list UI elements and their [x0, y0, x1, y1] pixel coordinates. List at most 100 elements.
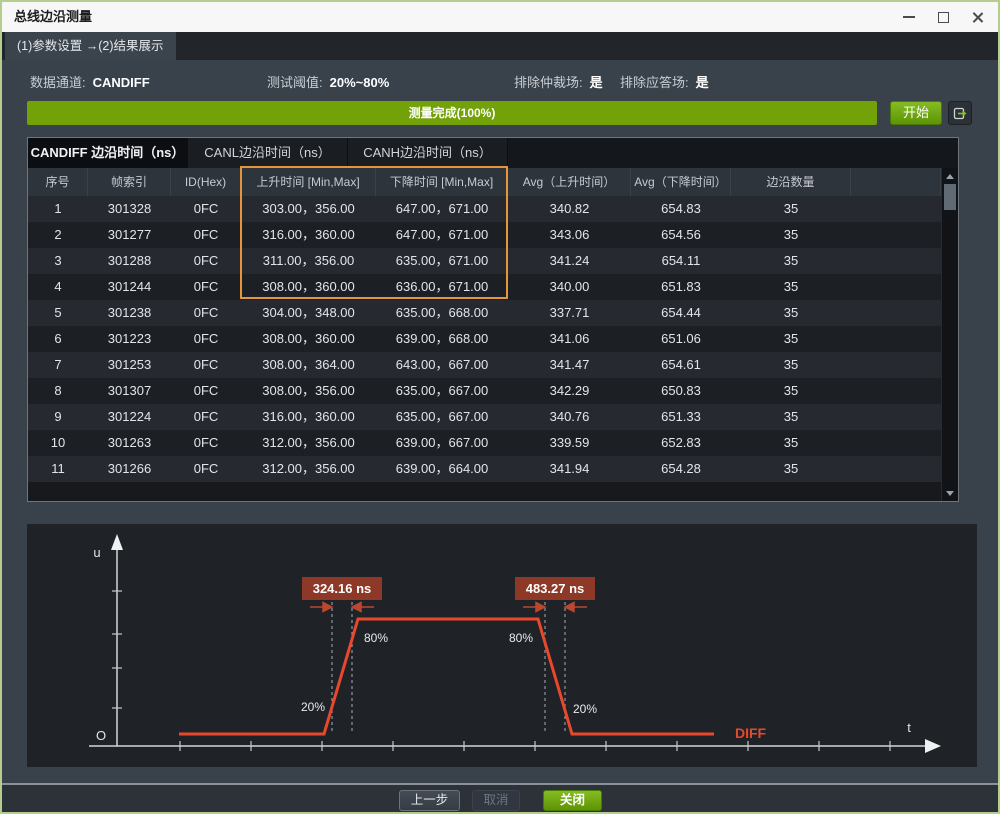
table-row[interactable]: 43012440FC308.00，360.00636.00，671.00340.…: [28, 274, 941, 300]
vertical-scrollbar[interactable]: [941, 168, 958, 501]
cell: 639.00，668.00: [376, 326, 508, 352]
header-cell[interactable]: 边沿数量: [731, 168, 851, 196]
cell: 301328: [88, 196, 171, 222]
waveform-svg: u O t 324.16 ns 483.27 ns: [27, 524, 977, 767]
header-cell[interactable]: Avg（下降时间）: [631, 168, 731, 196]
cell: 0FC: [171, 404, 241, 430]
cell: 308.00，360.00: [241, 274, 376, 300]
cell: 35: [731, 430, 851, 456]
export-button[interactable]: [948, 101, 972, 125]
start-button[interactable]: 开始: [890, 101, 942, 125]
cell: [851, 196, 941, 222]
cell: 0FC: [171, 352, 241, 378]
cell: 341.06: [508, 326, 631, 352]
cell: 651.83: [631, 274, 731, 300]
minimize-button[interactable]: [898, 6, 920, 28]
cell: [851, 222, 941, 248]
cell: 654.83: [631, 196, 731, 222]
cell: 301244: [88, 274, 171, 300]
rise-low-pct-label: 20%: [301, 700, 325, 714]
maximize-icon: [938, 12, 949, 23]
signal-name-label: DIFF: [735, 725, 767, 741]
waveform-panel: u O t 324.16 ns 483.27 ns: [27, 524, 977, 767]
tab-canh[interactable]: CANH边沿时间（ns）: [348, 138, 508, 168]
cell: [851, 404, 941, 430]
cell: 7: [28, 352, 88, 378]
cell: [851, 248, 941, 274]
header-cell[interactable]: 下降时间 [Min,Max]: [376, 168, 508, 196]
app-window: 总线边沿测量 (1)参数设置 →(2)结果展示 数据通道:CANDIFF 测试阈…: [0, 0, 1000, 814]
x-axis-arrow-icon: [925, 739, 941, 753]
close-dialog-button[interactable]: 关闭: [543, 790, 602, 811]
table-row[interactable]: 33012880FC311.00，356.00635.00，671.00341.…: [28, 248, 941, 274]
cell: 35: [731, 352, 851, 378]
tab-bar: CANDIFF 边沿时间（ns） CANL边沿时间（ns） CANH边沿时间（n…: [28, 138, 958, 168]
cell: [851, 300, 941, 326]
table-row[interactable]: 73012530FC308.00，364.00643.00，667.00341.…: [28, 352, 941, 378]
cell: 636.00，671.00: [376, 274, 508, 300]
cell: 10: [28, 430, 88, 456]
origin-label: O: [96, 728, 106, 743]
back-button[interactable]: 上一步: [399, 790, 460, 811]
threshold-dashed-lines: [332, 602, 565, 734]
cell: 35: [731, 222, 851, 248]
table-row[interactable]: 93012240FC316.00，360.00635.00，667.00340.…: [28, 404, 941, 430]
cell: 635.00，667.00: [376, 378, 508, 404]
header-cell[interactable]: 上升时间 [Min,Max]: [241, 168, 376, 196]
cell: 301224: [88, 404, 171, 430]
cell: 8: [28, 378, 88, 404]
results-table-panel: CANDIFF 边沿时间（ns） CANL边沿时间（ns） CANH边沿时间（n…: [27, 137, 959, 502]
cell: 303.00，356.00: [241, 196, 376, 222]
cell: 639.00，667.00: [376, 430, 508, 456]
table-row[interactable]: 63012230FC308.00，360.00639.00，668.00341.…: [28, 326, 941, 352]
cell: 312.00，356.00: [241, 430, 376, 456]
cell: [851, 326, 941, 352]
header-cell[interactable]: [851, 168, 941, 196]
table-row[interactable]: 113012660FC312.00，356.00639.00，664.00341…: [28, 456, 941, 482]
table-row[interactable]: 23012770FC316.00，360.00647.00，671.00343.…: [28, 222, 941, 248]
window-controls: [898, 2, 988, 32]
cell: 337.71: [508, 300, 631, 326]
minimize-icon: [903, 16, 915, 18]
tab-canl[interactable]: CANL边沿时间（ns）: [188, 138, 348, 168]
cell: 651.33: [631, 404, 731, 430]
fall-high-pct-label: 80%: [509, 631, 533, 645]
maximize-button[interactable]: [932, 6, 954, 28]
scroll-down-button[interactable]: [942, 486, 958, 500]
tab-candiff[interactable]: CANDIFF 边沿时间（ns）: [28, 138, 188, 168]
scrollbar-thumb[interactable]: [944, 184, 956, 210]
cell: 635.00，668.00: [376, 300, 508, 326]
cell: 654.61: [631, 352, 731, 378]
close-button[interactable]: [966, 6, 988, 28]
ack-label: 排除应答场:: [620, 75, 689, 90]
cell: 301223: [88, 326, 171, 352]
header-cell[interactable]: 帧索引: [88, 168, 171, 196]
table-row[interactable]: 53012380FC304.00，348.00635.00，668.00337.…: [28, 300, 941, 326]
rise-high-pct-label: 80%: [364, 631, 388, 645]
arbitration-value: 是: [590, 75, 603, 90]
cell: 647.00，671.00: [376, 196, 508, 222]
cell: 35: [731, 300, 851, 326]
breadcrumb-bar: (1)参数设置 →(2)结果展示: [2, 32, 998, 60]
cell: 35: [731, 196, 851, 222]
table-row[interactable]: 83013070FC308.00，356.00635.00，667.00342.…: [28, 378, 941, 404]
param-arbitration: 排除仲裁场:是: [514, 72, 603, 91]
table-row[interactable]: 103012630FC312.00，356.00639.00，667.00339…: [28, 430, 941, 456]
channel-label: 数据通道:: [30, 75, 86, 90]
cell: 1: [28, 196, 88, 222]
cell: [851, 274, 941, 300]
header-cell[interactable]: Avg（上升时间）: [508, 168, 631, 196]
param-threshold: 测试阈值:20%~80%: [267, 72, 389, 91]
header-cell[interactable]: ID(Hex): [171, 168, 241, 196]
breadcrumb[interactable]: (1)参数设置 →(2)结果展示: [5, 32, 176, 60]
cell: 308.00，364.00: [241, 352, 376, 378]
cell: 301253: [88, 352, 171, 378]
scroll-up-button[interactable]: [942, 169, 958, 183]
cell: 339.59: [508, 430, 631, 456]
cell: 343.06: [508, 222, 631, 248]
cell: 35: [731, 378, 851, 404]
fall-time-label: 483.27 ns: [526, 581, 585, 596]
threshold-label: 测试阈值:: [267, 75, 323, 90]
header-cell[interactable]: 序号: [28, 168, 88, 196]
table-row[interactable]: 13013280FC303.00，356.00647.00，671.00340.…: [28, 196, 941, 222]
